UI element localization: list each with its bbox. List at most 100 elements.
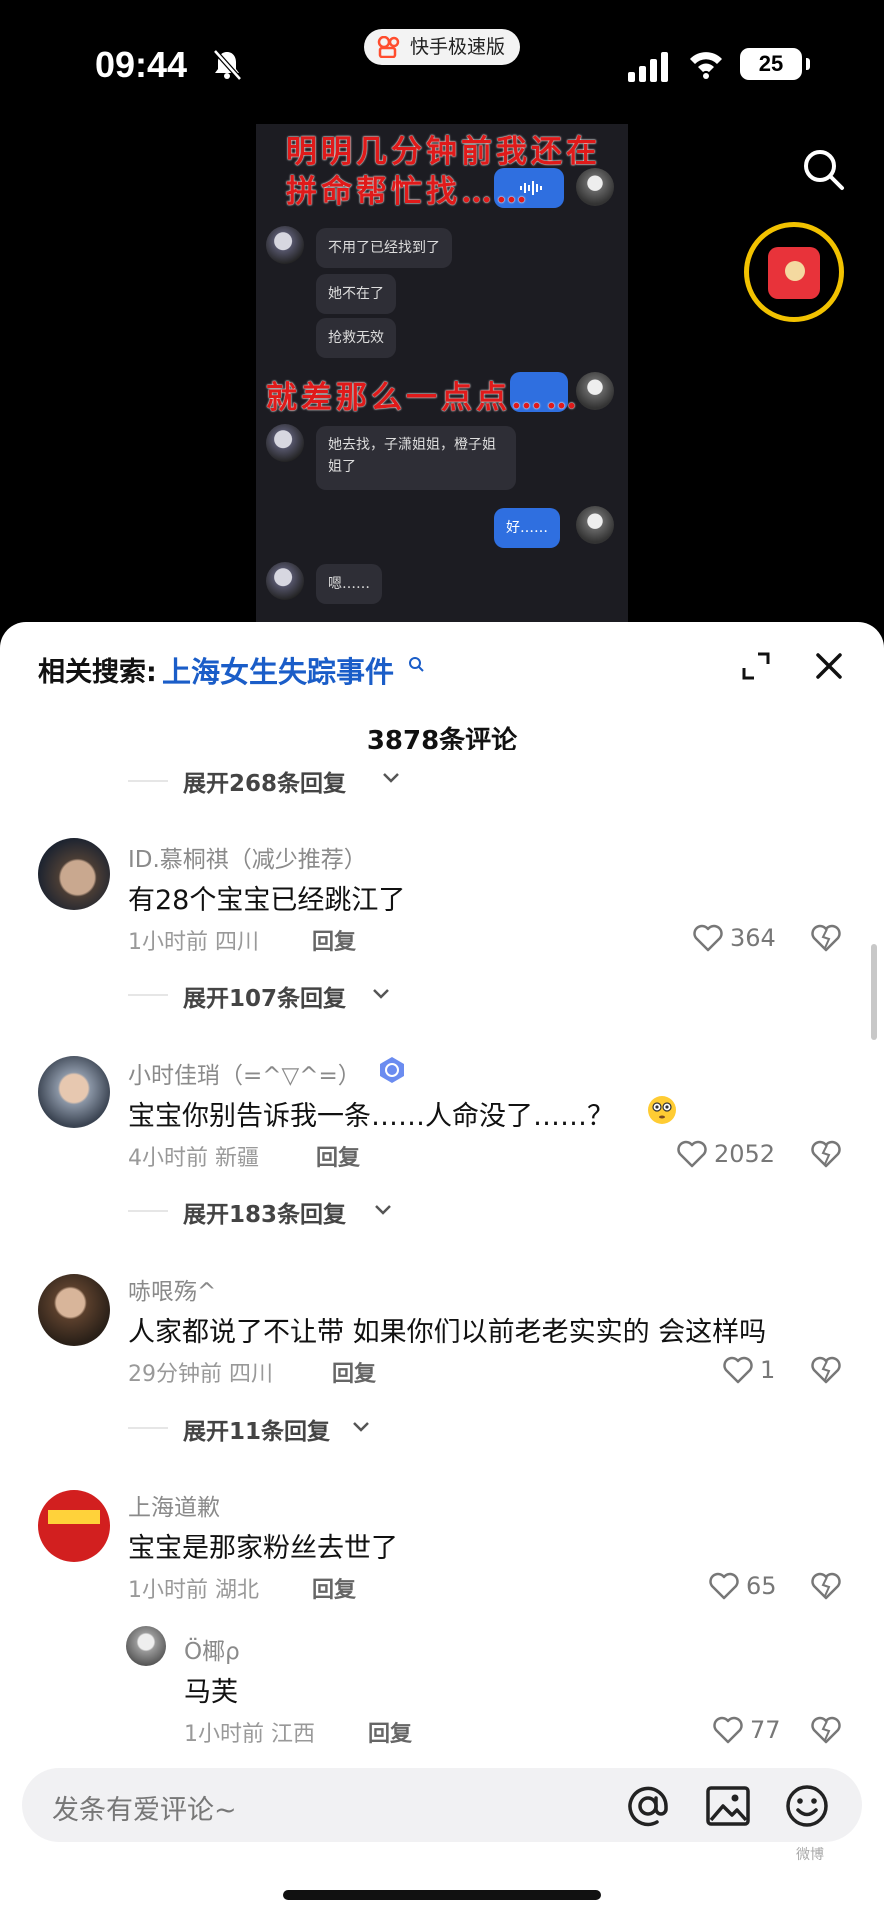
cellular-signal-icon (628, 52, 668, 82)
close-icon[interactable] (815, 652, 843, 680)
video-caption-middle: 就差那么一点点…… (266, 380, 581, 416)
chat-bubble: 不用了已经找到了 (316, 228, 452, 268)
status-time: 09:44 (95, 44, 188, 85)
dislike-icon[interactable] (810, 1140, 842, 1168)
commenter-avatar[interactable] (38, 1056, 110, 1128)
chat-avatar-self (576, 506, 614, 544)
dislike-icon[interactable] (810, 1356, 842, 1384)
expand-replies[interactable]: 展开11条回复 (183, 1412, 330, 1446)
comment-username[interactable]: 小时佳琑（=^▽^=） (128, 1056, 361, 1090)
chat-bubble: 她不在了 (316, 274, 396, 314)
chat-bubble-line: 姐了 (328, 459, 356, 475)
scroll-fade (0, 750, 884, 766)
heart-icon[interactable] (712, 1716, 744, 1744)
chat-bubble: 抢救无效 (316, 318, 396, 358)
divider-line (128, 1210, 168, 1212)
related-search-link[interactable]: 上海女生失踪事件 (162, 649, 394, 691)
comment-username[interactable]: ID.慕桐祺（减少推荐） (128, 840, 367, 874)
fullscreen-expand-icon[interactable] (742, 652, 770, 680)
dislike-icon[interactable] (810, 1716, 842, 1744)
like-count: 364 (730, 924, 776, 952)
comment-meta: 4小时前 新疆 (128, 1146, 259, 1171)
comment-username[interactable]: 上海道歉 (128, 1488, 220, 1522)
red-packet-seal (785, 261, 805, 281)
wifi-icon (690, 52, 722, 79)
video-caption-top-1: 明明几分钟前我还在 (286, 134, 601, 170)
divider-line (128, 1427, 168, 1429)
chat-avatar-other (266, 226, 304, 264)
commenter-avatar[interactable] (38, 1274, 110, 1346)
chat-bubble: 她去找，子潇姐姐，橙子姐 姐了 (316, 426, 516, 490)
comment-text: 宝宝是那家粉丝去世了 (128, 1533, 398, 1564)
divider-line (128, 994, 168, 996)
app-name: 快手极速版 (410, 36, 506, 58)
image-icon[interactable] (705, 1783, 751, 1829)
like-count: 77 (750, 1716, 781, 1744)
reply-button[interactable]: 回复 (312, 1572, 356, 1604)
comment-meta: 29分钟前 四川 (128, 1362, 273, 1387)
emoji-icon[interactable] (784, 1783, 830, 1829)
status-bar: 09:44 快手极速版 25 (0, 0, 884, 130)
chat-avatar-self (576, 372, 614, 410)
battery-indicator: 25 (740, 48, 810, 80)
chevron-down-icon (383, 773, 399, 783)
reply-button[interactable]: 回复 (316, 1140, 360, 1172)
commenter-avatar[interactable] (38, 1490, 110, 1562)
reply-avatar[interactable] (126, 1626, 166, 1666)
chevron-down-icon (353, 1422, 369, 1432)
video-player[interactable]: 明明几分钟前我还在 拼命帮忙找…… 不用了已经找到了 她不在了 抢救无效 就差那… (256, 124, 628, 624)
chat-bubble: 嗯…… (316, 564, 382, 604)
reply-button[interactable]: 回复 (312, 924, 356, 956)
divider-line (128, 780, 168, 782)
watermark: 微博 (796, 1847, 824, 1863)
related-search-label: 相关搜索: (38, 657, 157, 688)
commenter-avatar[interactable] (38, 838, 110, 910)
chat-bubble-self: 好…… (494, 508, 560, 548)
app-return-pill[interactable]: 快手极速版 (364, 29, 520, 65)
dislike-icon[interactable] (810, 1572, 842, 1600)
expand-replies[interactable]: 展开107条回复 (183, 979, 346, 1013)
comment-input-placeholder: 发条有爱评论~ (52, 1795, 237, 1826)
bell-muted-icon (213, 49, 242, 81)
comment-text: 人家都说了不让带 如果你们以前老老实实的 会这样吗 (128, 1317, 767, 1348)
chat-avatar-other (266, 562, 304, 600)
like-count: 1 (760, 1356, 776, 1384)
reply-button[interactable]: 回复 (332, 1356, 376, 1388)
reply-button[interactable]: 回复 (368, 1716, 412, 1748)
expand-replies[interactable]: 展开268条回复 (183, 764, 346, 798)
mention-at-icon[interactable] (625, 1783, 671, 1829)
expand-replies[interactable]: 展开183条回复 (183, 1195, 346, 1229)
comment-text: 有28个宝宝已经跳江了 (128, 885, 406, 916)
kuaishou-logo-icon (377, 36, 400, 58)
home-indicator[interactable] (283, 1890, 601, 1900)
like-count: 2052 (714, 1140, 776, 1168)
heart-icon[interactable] (722, 1356, 754, 1384)
heart-icon[interactable] (692, 924, 724, 952)
verified-badge-icon (380, 1057, 404, 1083)
search-small-icon (409, 657, 424, 672)
heart-icon[interactable] (676, 1140, 708, 1168)
red-packet-button[interactable] (744, 222, 844, 322)
flushed-emoji-icon (648, 1096, 676, 1124)
like-count: 65 (746, 1572, 777, 1600)
avatar-banner (48, 1510, 100, 1524)
dislike-icon[interactable] (810, 924, 842, 952)
comment-meta: 1小时前 湖北 (128, 1578, 259, 1603)
reply-meta: 1小时前 江西 (184, 1722, 315, 1747)
chat-avatar-self (576, 168, 614, 206)
scrollbar[interactable] (871, 944, 877, 1040)
reply-text: 马芙 (184, 1677, 238, 1708)
chat-bubble-line: 她去找，子潇姐姐，橙子姐 (328, 437, 496, 453)
comment-text: 宝宝你别告诉我一条……人命没了……？ (128, 1101, 614, 1132)
reply-username[interactable]: Ö椰ρ (184, 1632, 240, 1666)
chevron-down-icon (373, 989, 389, 999)
video-caption-top-2: 拼命帮忙找…… (286, 174, 531, 210)
comment-input[interactable]: 发条有爱评论~ (22, 1768, 862, 1842)
search-icon[interactable] (800, 146, 846, 192)
comment-sheet: 相关搜索: 上海女生失踪事件 3878条评论 展开268条回复 ID.慕桐祺（减… (0, 622, 884, 1920)
chevron-down-icon (375, 1205, 391, 1215)
heart-icon[interactable] (708, 1572, 740, 1600)
chat-avatar-other (266, 424, 304, 462)
comment-username[interactable]: 哧哏殇^ (128, 1272, 216, 1306)
comment-meta: 1小时前 四川 (128, 930, 259, 955)
